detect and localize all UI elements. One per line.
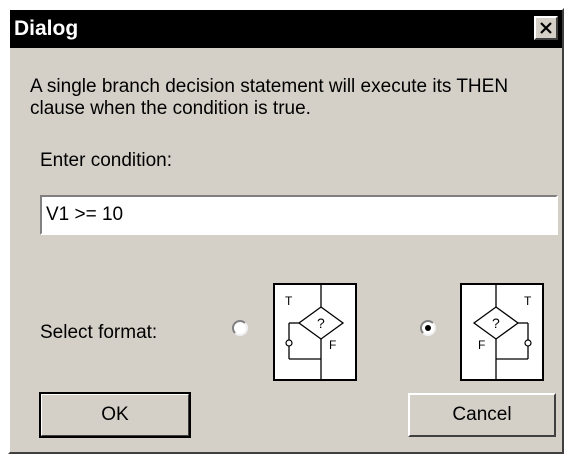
condition-label: Enter condition: xyxy=(40,150,173,171)
format-label: Select format: xyxy=(40,322,158,343)
format-radio-true-right[interactable] xyxy=(420,320,436,336)
false-label: F xyxy=(478,338,485,352)
title-bar: Dialog xyxy=(10,10,562,48)
format-option-true-right[interactable]: T F ? xyxy=(460,283,544,381)
true-label: T xyxy=(524,294,532,308)
cancel-button[interactable]: Cancel xyxy=(408,393,556,437)
close-icon xyxy=(540,22,552,34)
dialog-window: Dialog A single branch decision statemen… xyxy=(8,8,564,454)
false-label: F xyxy=(329,338,336,352)
instruction-text: A single branch decision statement will … xyxy=(30,76,509,119)
ok-button[interactable]: OK xyxy=(39,392,191,438)
format-radio-true-left[interactable] xyxy=(232,320,248,336)
question-mark: ? xyxy=(317,315,325,331)
decision-true-right-icon: T F ? xyxy=(472,285,532,379)
question-mark: ? xyxy=(492,315,500,331)
true-label: T xyxy=(285,294,293,308)
condition-input[interactable] xyxy=(40,195,558,235)
radio-selected-dot xyxy=(425,325,431,331)
close-button[interactable] xyxy=(534,16,558,40)
decision-true-left-icon: T F ? xyxy=(285,285,345,379)
dialog-title: Dialog xyxy=(14,17,79,40)
format-option-true-left[interactable]: T F ? xyxy=(273,283,357,381)
